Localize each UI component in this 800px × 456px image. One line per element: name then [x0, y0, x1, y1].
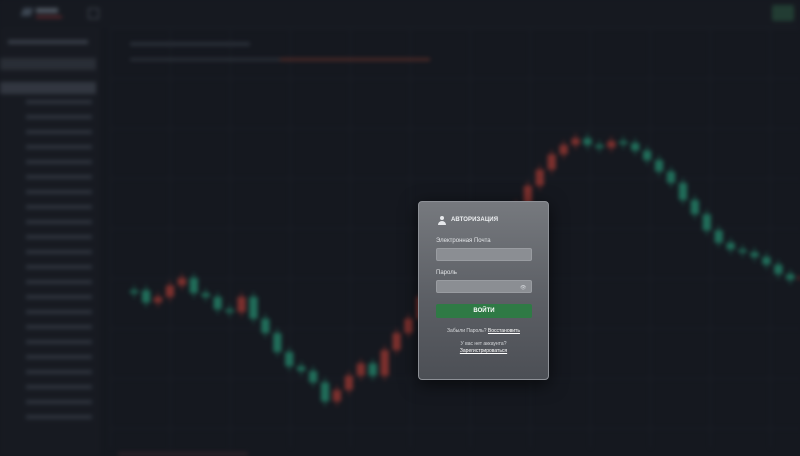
- background-app: [0, 0, 800, 456]
- sidebar-row: [26, 235, 92, 239]
- email-field[interactable]: [436, 248, 532, 261]
- candle-body: [273, 333, 282, 352]
- sidebar-header: [8, 40, 88, 44]
- candle-body: [249, 296, 258, 319]
- sidebar-row: [26, 295, 92, 299]
- candle-body: [583, 138, 592, 145]
- candle-body: [678, 182, 688, 200]
- candle-body: [619, 141, 628, 145]
- register-link-row: Зарегистрироваться: [419, 348, 548, 354]
- sidebar-row: [26, 175, 92, 179]
- password-field[interactable]: [436, 280, 532, 293]
- candle-body: [130, 290, 139, 294]
- password-label: Пароль: [436, 270, 457, 276]
- restore-password-link[interactable]: Восстановить: [488, 328, 520, 334]
- sidebar-row: [26, 355, 92, 359]
- sidebar-row: [26, 310, 92, 314]
- sidebar-row: [26, 220, 92, 224]
- sidebar-row: [26, 205, 92, 209]
- candle-body: [559, 144, 568, 155]
- modal-title: АВТОРИЗАЦИЯ: [451, 217, 499, 223]
- candle-body: [607, 141, 616, 148]
- sidebar-row: [26, 400, 92, 404]
- forgot-password-row: Забыли Пароль? Восстановить: [419, 328, 548, 334]
- candle-body: [786, 274, 795, 280]
- candle-body: [666, 171, 676, 183]
- logo: [20, 6, 62, 20]
- candle-body: [356, 363, 366, 376]
- candle-body: [654, 160, 664, 172]
- sidebar-row: [26, 265, 92, 269]
- candle-body: [535, 169, 544, 186]
- candle-body: [189, 277, 198, 294]
- candle-body: [642, 150, 652, 161]
- modal-header: АВТОРИЗАЦИЯ: [437, 215, 498, 225]
- email-label: Электронная Почта: [436, 238, 491, 244]
- show-password-icon[interactable]: 👁: [520, 286, 526, 291]
- sidebar-selected-row: [0, 82, 96, 94]
- asset-sidebar: [0, 28, 100, 456]
- user-icon: [437, 215, 446, 225]
- candle-body: [690, 200, 700, 215]
- login-button[interactable]: ВОЙТИ: [436, 304, 532, 318]
- candle-body: [404, 318, 413, 333]
- candle-body: [571, 138, 580, 145]
- sidebar-row: [26, 385, 92, 389]
- sidebar-row: [26, 160, 92, 164]
- candle-body: [201, 293, 210, 297]
- candle-body: [153, 296, 163, 303]
- sidebar-row: [26, 100, 92, 104]
- sidebar-row: [26, 325, 92, 329]
- sidebar-row: [26, 415, 92, 419]
- bottom-tabs: [118, 452, 248, 456]
- candle-body: [738, 249, 747, 253]
- sidebar-search: [0, 58, 96, 70]
- no-account-text: У вас нет аккаунта?: [460, 341, 507, 347]
- candle-body: [380, 350, 389, 376]
- sidebar-row: [26, 115, 92, 119]
- candle-body: [750, 252, 759, 257]
- top-bar: [0, 0, 800, 28]
- sidebar-row: [26, 190, 92, 194]
- candle-body: [631, 143, 640, 151]
- sidebar-row: [26, 145, 92, 149]
- candle-body: [774, 264, 783, 275]
- forgot-password-text: Забыли Пароль?: [447, 328, 487, 334]
- sidebar-row: [26, 130, 92, 134]
- candle-body: [332, 390, 342, 402]
- login-modal: АВТОРИЗАЦИЯ Электронная Почта Пароль 👁 В…: [418, 201, 549, 380]
- candle-body: [237, 296, 246, 313]
- candle-body: [392, 333, 401, 351]
- candle-body: [308, 371, 318, 383]
- register-link[interactable]: Зарегистрироваться: [460, 348, 507, 354]
- sidebar-row: [26, 250, 92, 254]
- candle-body: [177, 277, 187, 286]
- candle-body: [547, 154, 556, 170]
- candle-body: [285, 352, 294, 367]
- candle-body: [726, 242, 735, 250]
- candle-body: [368, 363, 377, 376]
- candle-body: [261, 318, 270, 333]
- candle-body: [225, 309, 234, 313]
- sidebar-row: [26, 340, 92, 344]
- sidebar-row: [26, 280, 92, 284]
- candle-body: [702, 214, 711, 231]
- candle-body: [141, 290, 151, 303]
- candle-body: [714, 230, 723, 243]
- candle-body: [165, 285, 175, 297]
- candle-body: [320, 382, 330, 402]
- window-icon: [88, 8, 99, 19]
- candle-body: [297, 366, 306, 371]
- candle-body: [344, 375, 354, 390]
- sidebar-row: [26, 370, 92, 374]
- top-right-button: [772, 5, 794, 21]
- candle-body: [762, 257, 771, 265]
- candle-body: [595, 144, 604, 148]
- candle-body: [213, 296, 222, 310]
